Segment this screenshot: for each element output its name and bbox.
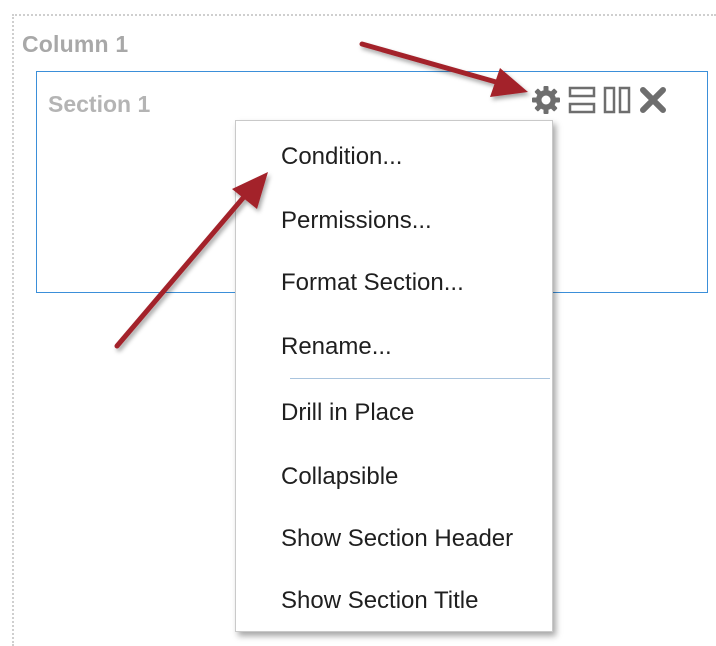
menu-item-condition[interactable]: Condition... xyxy=(281,143,402,171)
column-title: Column 1 xyxy=(22,31,129,57)
close-icon[interactable] xyxy=(638,85,668,115)
menu-item-permissions[interactable]: Permissions... xyxy=(281,207,432,235)
layout-editor: Column 1 Section 1 Condition... Permissi… xyxy=(0,0,716,646)
section-context-menu: Condition... Permissions... Format Secti… xyxy=(235,120,553,632)
menu-item-collapsible[interactable]: Collapsible xyxy=(281,463,398,491)
menu-item-rename[interactable]: Rename... xyxy=(281,333,392,361)
menu-item-format-section[interactable]: Format Section... xyxy=(281,269,464,297)
section-toolbar xyxy=(530,82,668,118)
menu-separator xyxy=(290,378,550,379)
menu-item-show-section-title[interactable]: Show Section Title xyxy=(281,587,478,615)
menu-item-drill-in-place[interactable]: Drill in Place xyxy=(281,399,414,427)
section-title: Section 1 xyxy=(48,91,151,117)
menu-item-show-section-header[interactable]: Show Section Header xyxy=(281,525,513,553)
rows-icon[interactable] xyxy=(568,85,596,115)
columns-icon[interactable] xyxy=(602,85,632,115)
gear-icon[interactable] xyxy=(530,84,562,116)
